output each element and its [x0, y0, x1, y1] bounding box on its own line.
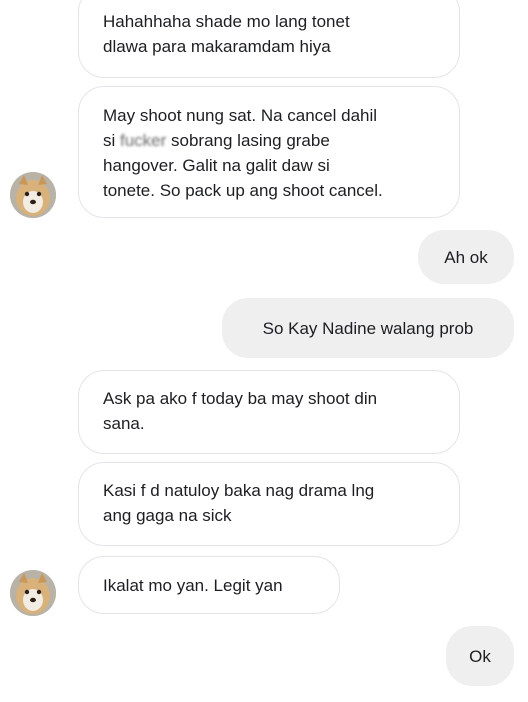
dog-avatar-icon [10, 570, 56, 616]
message-text-line: sana. [103, 414, 145, 433]
message-bubble-incoming[interactable]: Kasi f d natuloy baka nag drama lng ang … [78, 462, 460, 546]
dog-avatar-icon [10, 172, 56, 218]
message-bubble-outgoing[interactable]: So Kay Nadine walang prob [222, 298, 514, 358]
message-text-line: May shoot nung sat. Na cancel dahil [103, 106, 378, 125]
message-text-fragment: si [103, 131, 120, 150]
message-text: Ah ok [444, 247, 488, 267]
contact-avatar[interactable] [10, 172, 56, 218]
contact-avatar[interactable] [10, 570, 56, 616]
message-text-line: Kasi f d natuloy baka nag drama lng [103, 481, 375, 500]
message-text-line: hangover. Galit na galit daw si [103, 156, 330, 175]
message-text: Ikalat mo yan. Legit yan [103, 576, 283, 595]
message-text-line: si fucker sobrang lasing grabe [103, 128, 435, 153]
message-text-line: tonete. So pack up ang shoot cancel. [103, 181, 383, 200]
message-bubble-incoming[interactable]: Ikalat mo yan. Legit yan [78, 556, 340, 614]
message-text: So Kay Nadine walang prob [262, 318, 474, 338]
message-bubble-incoming[interactable]: Hahahhaha shade mo lang tonet dlawa para… [78, 0, 460, 78]
message-text-line: ang gaga na sick [103, 506, 232, 525]
censored-word: fucker [120, 131, 167, 150]
message-text-line: dlawa para makaramdam hiya [103, 37, 331, 56]
message-bubble-incoming[interactable]: May shoot nung sat. Na cancel dahil si f… [78, 86, 460, 218]
message-text-fragment: sobrang lasing grabe [166, 131, 330, 150]
message-bubble-outgoing[interactable]: Ah ok [418, 230, 514, 284]
message-text-line: Ask pa ako f today ba may shoot din [103, 389, 378, 408]
message-bubble-outgoing[interactable]: Ok [446, 626, 514, 686]
message-text: Ok [469, 646, 491, 666]
message-bubble-incoming[interactable]: Ask pa ako f today ba may shoot din sana… [78, 370, 460, 454]
message-text-line: Hahahhaha shade mo lang tonet [103, 12, 350, 31]
